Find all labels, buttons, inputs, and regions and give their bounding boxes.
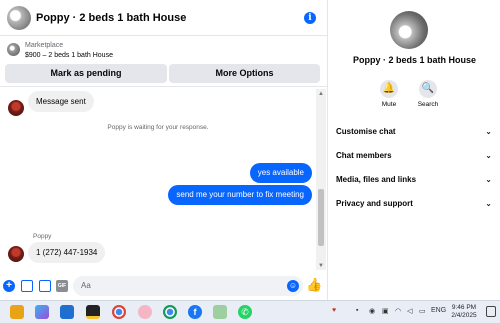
listing-title[interactable]: $900 – 2 beds 1 bath House [25, 52, 113, 59]
store-icon[interactable] [60, 305, 74, 319]
message-input[interactable]: Aa [73, 276, 303, 296]
app-icon[interactable] [213, 305, 227, 319]
listing-thumbnail[interactable] [7, 43, 20, 56]
emoji-icon[interactable]: ☺ [287, 280, 299, 292]
clock[interactable]: 9:46 PM 2/4/2025 [448, 304, 480, 320]
search-label: Search [417, 101, 439, 108]
avatar[interactable] [8, 246, 24, 262]
tray-icon[interactable]: ▣ [382, 307, 389, 315]
mute-label: Mute [381, 101, 397, 108]
section-label: Customise chat [336, 127, 396, 136]
taskbar: f ✆ ♥ ▪ ◉ ▣ ◠ ◁ ▭ ENG 9:46 PM 2/4/2025 [0, 300, 500, 323]
conversation-details-panel: Poppy · 2 beds 1 bath House 🔔 Mute 🔍 Sea… [327, 0, 500, 300]
section-chat-members[interactable]: Chat members ⌄ [336, 149, 492, 163]
waiting-notice: Poppy is waiting for your response. [107, 124, 209, 131]
chrome-icon[interactable] [112, 305, 126, 319]
volume-icon[interactable]: ◁ [407, 307, 412, 315]
profile-name: Poppy · 2 beds 1 bath House [352, 55, 477, 65]
section-label: Chat members [336, 151, 392, 160]
marketplace-label: Marketplace [25, 42, 64, 49]
profile-avatar[interactable] [390, 11, 428, 49]
scrollbar-thumb[interactable] [318, 189, 324, 246]
message-bubble-outgoing: yes available [249, 163, 312, 183]
chrome-profile-icon[interactable] [138, 305, 152, 319]
thumbs-up-icon[interactable]: 👍 [306, 277, 322, 293]
language-indicator[interactable]: ENG [431, 307, 446, 314]
chat-title[interactable]: Poppy · 2 beds 1 bath House [36, 12, 186, 24]
gif-icon[interactable]: GIF [56, 280, 68, 292]
section-label: Media, files and links [336, 175, 417, 184]
image-icon[interactable] [39, 280, 51, 292]
clock-date: 2/4/2025 [451, 312, 477, 319]
battery-icon[interactable]: ▭ [419, 307, 426, 315]
mute-button[interactable]: 🔔 Mute [374, 80, 404, 108]
file-explorer-icon[interactable] [10, 305, 24, 319]
scroll-up-arrow-icon[interactable]: ▲ [318, 91, 324, 97]
section-privacy-support[interactable]: Privacy and support ⌄ [336, 197, 492, 211]
more-options-button[interactable]: More Options [169, 64, 320, 83]
whatsapp-icon[interactable]: ✆ [238, 305, 252, 319]
search-button[interactable]: 🔍 Search [413, 80, 443, 108]
wifi-icon[interactable]: ◠ [395, 307, 401, 315]
chevron-down-icon: ⌄ [485, 175, 492, 184]
section-media-files-links[interactable]: Media, files and links ⌄ [336, 173, 492, 187]
scroll-down-arrow-icon[interactable]: ▼ [318, 263, 324, 269]
chat-header: Poppy · 2 beds 1 bath House i [0, 0, 327, 36]
notification-icon[interactable] [486, 306, 496, 317]
message-bubble-outgoing: send me your number to fix meeting [168, 185, 312, 205]
avatar[interactable] [8, 100, 24, 116]
add-icon[interactable]: + [3, 280, 15, 292]
marketplace-banner: Marketplace $900 – 2 beds 1 bath House M… [0, 37, 327, 87]
app-icon[interactable] [86, 305, 100, 319]
sticker-icon[interactable] [21, 280, 33, 292]
facebook-icon[interactable]: f [188, 305, 202, 319]
clock-time: 9:46 PM [451, 304, 477, 311]
message-list: Message sent Poppy is waiting for your r… [0, 89, 316, 270]
section-customise-chat[interactable]: Customise chat ⌄ [336, 125, 492, 139]
chat-panel: Poppy · 2 beds 1 bath House i Marketplac… [0, 0, 327, 300]
bell-icon: 🔔 [380, 80, 398, 98]
chevron-down-icon: ⌄ [485, 151, 492, 160]
section-label: Privacy and support [336, 199, 413, 208]
tray-icon[interactable]: ♥ [332, 307, 336, 314]
message-bubble-incoming: 1 (272) 447-1934 [28, 242, 106, 263]
message-bubble-incoming: Message sent [28, 91, 94, 112]
tray-icon[interactable]: ▪ [356, 307, 358, 314]
chevron-down-icon: ⌄ [485, 199, 492, 208]
search-icon: 🔍 [419, 80, 437, 98]
tray-icon[interactable]: ◉ [369, 307, 375, 315]
chrome-icon[interactable] [163, 305, 177, 319]
mark-as-pending-button[interactable]: Mark as pending [5, 64, 167, 83]
composer: + GIF Aa ☺ 👍 [0, 272, 327, 300]
sender-name: Poppy [33, 233, 52, 240]
chat-avatar[interactable] [7, 6, 31, 30]
info-icon[interactable]: i [304, 12, 316, 24]
copilot-icon[interactable] [35, 305, 49, 319]
chevron-down-icon: ⌄ [485, 127, 492, 136]
message-scrollbar[interactable]: ▲ ▼ [316, 89, 326, 270]
